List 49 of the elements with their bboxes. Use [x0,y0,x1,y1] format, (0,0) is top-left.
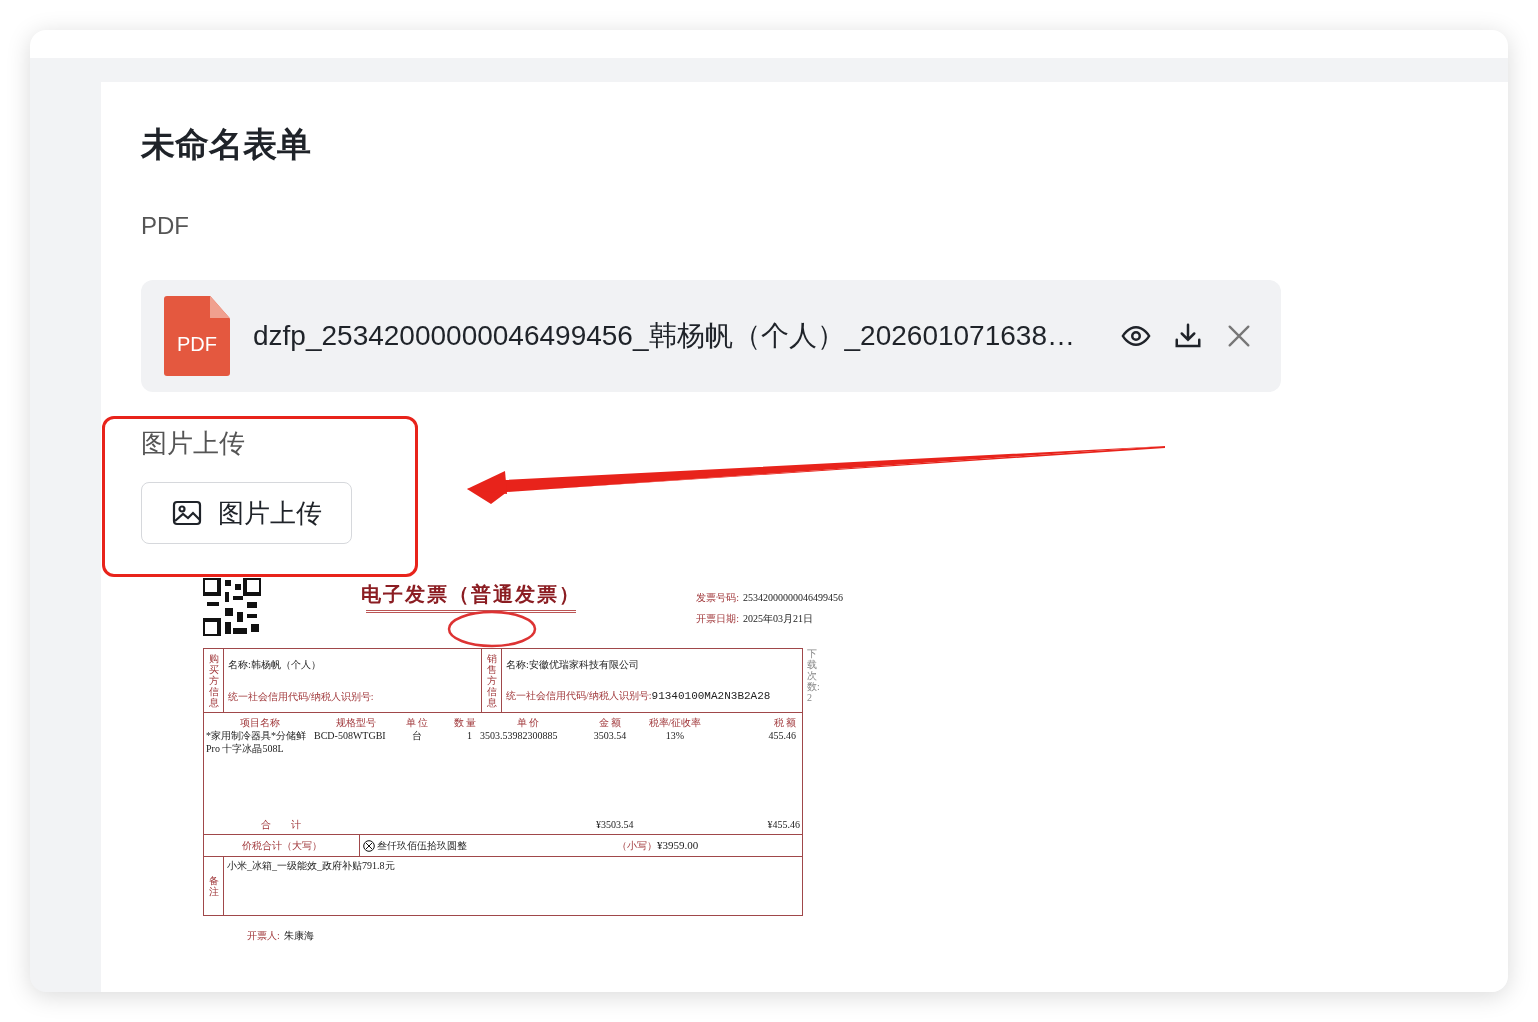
column-header: 金 额 [597,717,623,729]
sum-amount: ¥3959.00 [657,838,699,854]
invoice-title: 电子发票（普通发票） [361,582,581,606]
table-cell-text: *家用制冷器具*分储鲜Pro 十字冰晶508L [206,729,307,755]
column-header: 规格型号 [335,717,377,729]
table-cell-text: BCD-508WTGBI [314,729,387,743]
form-title: 未命名表单 [141,124,312,165]
table-cell-text: 3503.54 [592,729,628,743]
seller-name: 名称:安徽优瑞家科技有限公司 [506,658,640,672]
seller-side-label: 销售方信息 [486,653,497,708]
total-amount: ¥3503.54 [596,818,635,832]
field-label: 开票人: [247,929,280,943]
buyer-side-label: 购买方信息 [208,653,219,708]
field-label: （小写） [617,839,657,853]
field-label: 发票号码: [696,591,739,605]
total-label: 合 计 [260,818,302,832]
column-header: 项目名称 [239,717,281,729]
table-cell-text: 3503.53982300885 [479,729,559,743]
buyer-name: 名称:韩杨帆（个人） [228,658,321,672]
total-tax: ¥455.46 [766,818,800,832]
file-name: dzfp_25342000000046499456_韩杨帆（个人）_202601071638… [253,319,1076,353]
field-label: 统一社会信用代码/纳税人识别号: [228,690,375,704]
invoice-date: 2025年03月21日 [743,612,813,626]
download-count: 下载次数: 2 [807,648,817,703]
qr-code-icon [203,578,261,636]
cross-circle-icon [363,839,375,852]
field-label: PDF [141,211,190,241]
table-cell-text: 455.46 [767,729,797,743]
table-cell-text: 1 [466,729,473,743]
column-header: 数 量 [452,717,476,729]
table-cell-text: 13% [664,729,686,743]
issuer-name: 朱康海 [283,929,314,943]
column-header: 税率/征收率 [647,717,703,729]
image-icon [171,500,202,526]
remarks-text: 小米_冰箱_一级能效_政府补贴791.8元 [227,859,395,873]
sum-in-words: 叁仟玖佰伍拾玖圆整 [377,839,467,853]
invoice-number: 25342000000046499456 [743,591,843,605]
field-label: 统一社会信用代码/纳税人识别号: [506,688,652,703]
image-upload-button[interactable]: 图片上传 [141,482,352,544]
column-header: 单 价 [515,717,541,729]
table-cell-text: 台 [411,729,423,743]
pdf-file-icon: PDF [164,296,230,376]
field-label: 开票日期: [696,612,739,626]
field-label: 图片上传 [141,427,246,460]
remarks-label: 备注 [208,875,219,897]
column-header: 单 位 [404,717,430,729]
seller-tax-id: 91340100MA2N3B2A28 [651,688,771,704]
sum-label: 价税合计（大写） [241,839,322,853]
column-header: 税 额 [772,717,797,729]
